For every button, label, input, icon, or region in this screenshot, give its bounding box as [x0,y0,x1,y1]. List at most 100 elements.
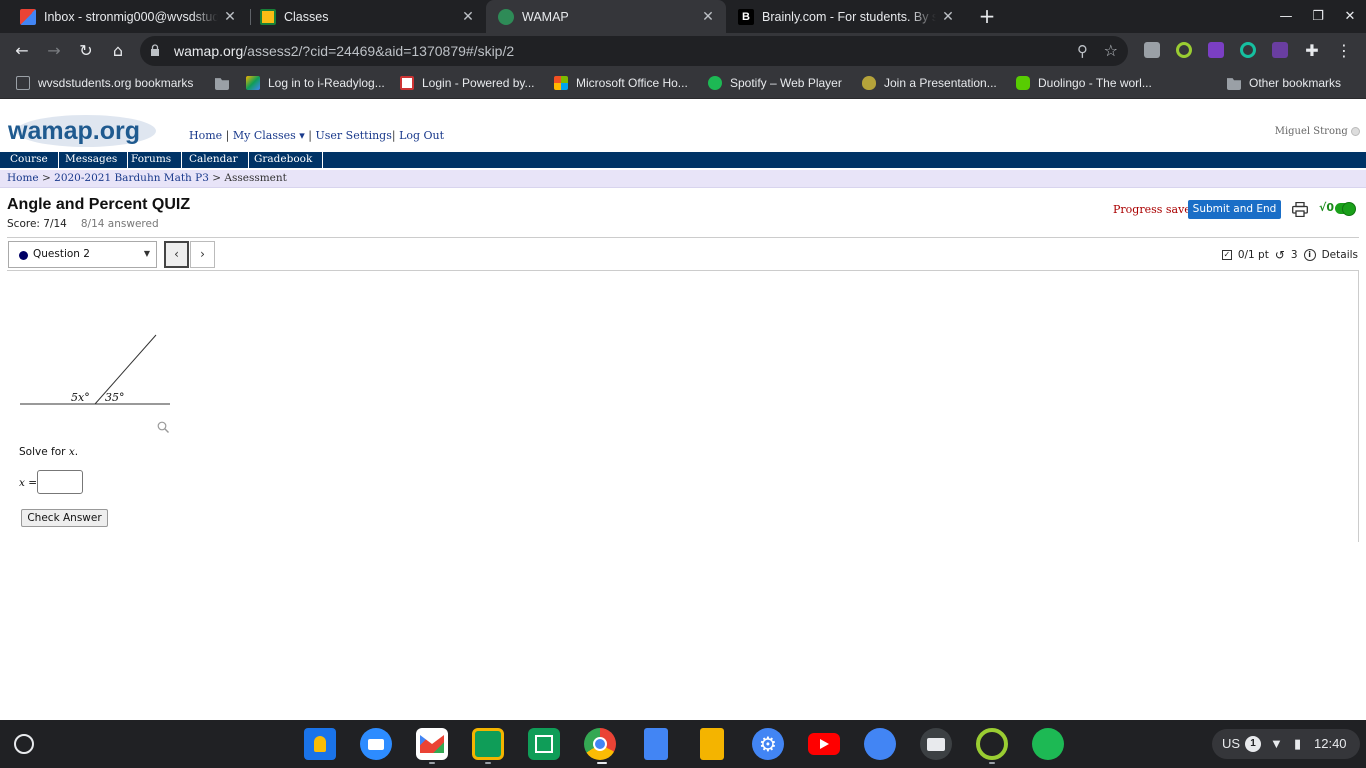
slides-app-icon[interactable] [700,728,724,760]
restore-button[interactable]: ❐ [1302,0,1334,33]
username-text: Miguel Strong [1274,126,1348,137]
home-button[interactable]: ⌂ [106,39,130,63]
user-settings-link[interactable]: User Settings [316,129,392,142]
close-tab-icon[interactable]: ✕ [218,8,242,25]
bookmark-spotify[interactable]: Spotify – Web Player [708,76,842,90]
peardeck-icon [862,76,876,90]
angle-label-right: 35° [105,391,125,404]
submit-and-end-button[interactable]: Submit and End [1188,200,1281,219]
tab-title: WAMAP [522,9,569,24]
files-app-icon[interactable] [864,728,896,760]
spotify-app-icon[interactable] [1032,728,1064,760]
iready-extension-icon[interactable] [1176,42,1192,58]
status-tray[interactable]: US 1 ▼ ▮ 12:40 [1212,729,1360,759]
bookmark-iready[interactable]: Log in to i-Readylog... [246,76,385,90]
tab-brainly[interactable]: B Brainly.com - For students. By st ✕ [726,0,966,33]
close-window-button[interactable]: ✕ [1334,0,1366,33]
toggle-switch[interactable] [1335,201,1356,216]
previous-question-button[interactable]: ‹ [164,241,189,268]
close-tab-icon[interactable]: ✕ [456,8,480,25]
tab-gmail[interactable]: Inbox - stronmig000@wvsdstud ✕ [8,0,248,33]
youtube-app-icon[interactable] [808,733,840,755]
breadcrumb-trail: Home > 2020-2021 Barduhn Math P3 > Asses… [7,172,287,184]
wamap-page: wamap.org Home | My Classes ▾ | User Set… [0,100,1366,720]
nav-forums[interactable]: Forums [121,152,183,168]
running-indicator [429,762,435,764]
math-entry-toggle[interactable]: √0 [1319,201,1356,216]
docs-app-icon[interactable] [644,728,668,760]
bookmark-label: Duolingo - The worl... [1038,76,1152,90]
keep-icon[interactable] [304,728,336,760]
chevron-down-icon: ▼ [143,249,150,258]
sheets-app-icon[interactable] [528,728,560,760]
chevron-right-icon: › [200,247,205,261]
score-line: Score: 7/14 8/14 answered [7,218,159,230]
menu-kebab-icon[interactable]: ⋮ [1332,39,1356,63]
breadcrumb-home[interactable]: Home [7,172,39,184]
extension-icon[interactable] [1144,42,1160,58]
url-host: wamap.org [174,43,244,59]
breadcrumb-course[interactable]: 2020-2021 Barduhn Math P3 [54,172,209,184]
tab-classes[interactable]: Classes ✕ [248,0,486,33]
answered-count: 8/14 answered [80,218,159,230]
tab-title: Inbox - stronmig000@wvsdstud [44,9,218,24]
zoom-icon[interactable]: ⚲ [1077,42,1088,60]
next-question-button[interactable]: › [190,241,215,268]
extensions-puzzle-icon[interactable]: ✚ [1300,39,1324,63]
classroom-app-icon[interactable] [472,728,504,760]
reload-button[interactable]: ↻ [74,39,98,63]
camera-app-icon[interactable] [920,728,952,760]
minimize-button[interactable]: — [1270,0,1302,33]
forward-button[interactable]: → [42,39,66,63]
nav-calendar[interactable]: Calendar [179,152,249,168]
bookmark-label: Microsoft Office Ho... [576,76,688,90]
bookmark-microsoft[interactable]: Microsoft Office Ho... [554,76,688,90]
print-icon[interactable] [1292,202,1308,217]
info-icon[interactable]: i [1303,249,1316,261]
bookmark-wvsdstudents[interactable]: wvsdstudents.org bookmarks [16,76,193,90]
chrome-app-icon[interactable] [584,728,616,760]
close-tab-icon[interactable]: ✕ [936,8,960,25]
grammar-extension-icon[interactable] [1240,42,1256,58]
nav-gradebook[interactable]: Gradebook [244,152,324,168]
details-link[interactable]: Details [1322,249,1358,261]
wamap-logo[interactable]: wamap.org [6,111,156,149]
logout-link[interactable]: Log Out [399,129,444,142]
locale: US [1222,736,1241,751]
check-answer-button[interactable]: Check Answer [21,509,108,527]
running-indicator [989,762,995,764]
microsoft-icon [554,76,568,90]
os-shelf: ⚙ US 1 ▼ ▮ 12:40 [0,720,1366,768]
lock-icon[interactable] [150,44,160,56]
bookmark-star-icon[interactable]: ☆ [1104,41,1118,60]
question-prompt: Solve for x. [19,446,79,458]
address-bar[interactable]: wamap.org/assess2/?cid=24469&aid=1370879… [140,36,1128,66]
readwrite-extension-icon[interactable] [1208,42,1224,58]
bookmark-login[interactable]: Login - Powered by... [400,76,535,90]
username: Miguel Strong [1275,126,1360,137]
top-links: Home | My Classes ▾ | User Settings| Log… [189,129,445,142]
nav-course[interactable]: Course [0,152,59,168]
answer-input[interactable] [37,470,83,494]
tab-wamap[interactable]: WAMAP ✕ [486,0,726,33]
new-tab-button[interactable]: + [976,4,998,28]
back-button[interactable]: ← [10,39,34,63]
nav-messages[interactable]: Messages [55,152,129,168]
my-classes-link[interactable]: My Classes ▾ [233,129,305,142]
question-select[interactable]: Question 2 ▼ [8,241,157,268]
launcher-icon[interactable] [14,734,34,754]
settings-app-icon[interactable]: ⚙ [752,728,784,760]
home-link[interactable]: Home [189,129,222,142]
bookmark-folder[interactable] [215,76,237,90]
bookmark-peardeck[interactable]: Join a Presentation... [862,76,997,90]
iready-app-icon[interactable] [976,728,1008,760]
pdf-extension-icon[interactable] [1272,42,1288,58]
close-tab-icon[interactable]: ✕ [696,8,720,25]
gmail-app-icon[interactable] [416,728,448,760]
zoom-app-icon[interactable] [360,728,392,760]
breadcrumb-current: Assessment [224,172,287,184]
bookmark-other[interactable]: Other bookmarks [1227,76,1341,90]
bookmark-duolingo[interactable]: Duolingo - The worl... [1016,76,1152,90]
bookmark-label: Join a Presentation... [884,76,997,90]
magnify-icon[interactable] [157,421,169,433]
